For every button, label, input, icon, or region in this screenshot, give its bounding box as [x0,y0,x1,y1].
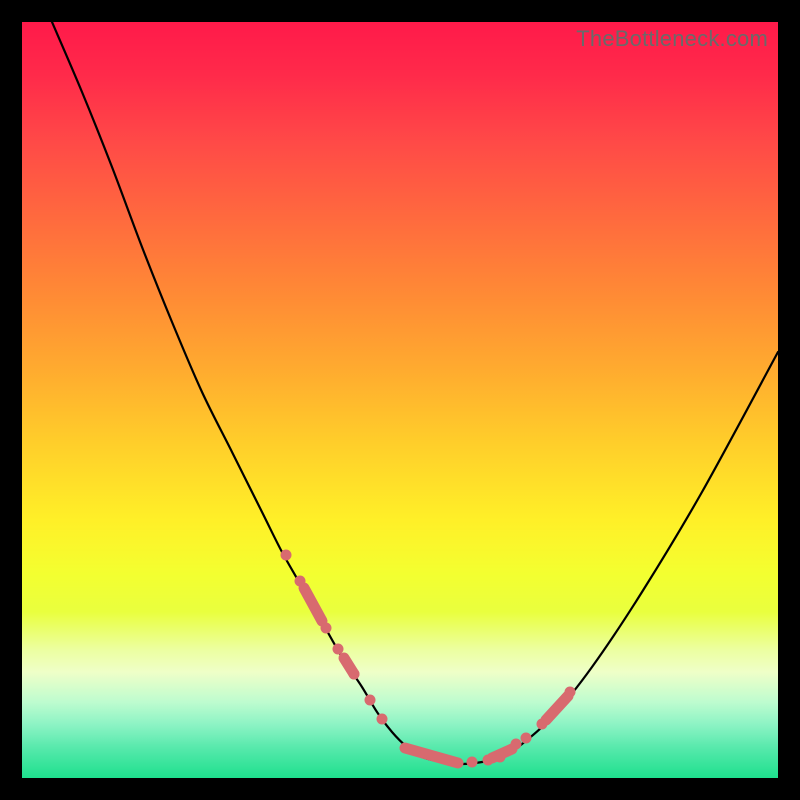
bead-marker [511,739,522,750]
bead-marker [483,755,494,766]
bead-marker [495,752,506,763]
bottleneck-curve [52,22,778,764]
plot-area: TheBottleneck.com [22,22,778,778]
bead-marker [333,644,344,655]
bead-marker [281,550,292,561]
bead-marker [321,623,332,634]
bead-segment [304,588,322,621]
bead-segment [405,748,458,763]
curve-svg [22,22,778,778]
bead-marker [365,695,376,706]
bead-marker [295,576,306,587]
bead-marker [377,714,388,725]
curve-markers [281,550,576,768]
bead-segment [546,696,568,720]
bead-marker [537,719,548,730]
image-frame: TheBottleneck.com [0,0,800,800]
bead-marker [565,687,576,698]
bead-marker [467,757,478,768]
bead-marker [521,733,532,744]
bead-marker [349,669,360,680]
